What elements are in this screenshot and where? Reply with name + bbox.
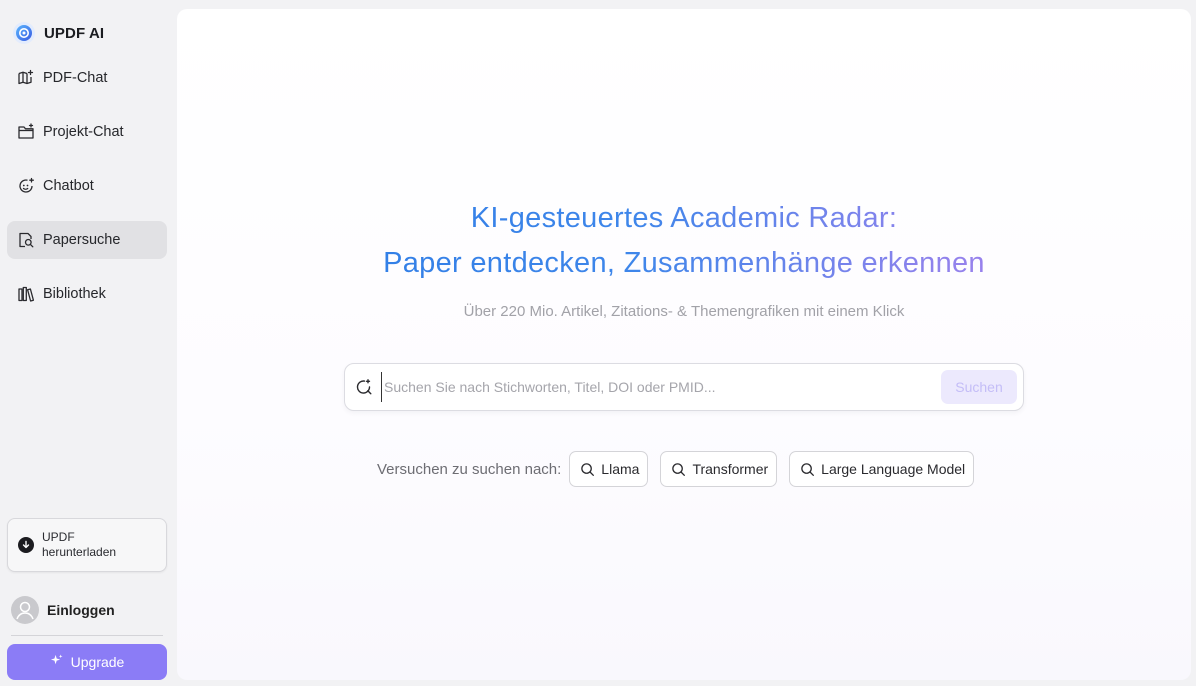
- sidebar-item-projekt-chat[interactable]: Projekt-Chat: [7, 113, 167, 151]
- download-label-line1: UPDF: [42, 530, 75, 544]
- sidebar-item-bibliothek[interactable]: Bibliothek: [7, 275, 167, 313]
- document-search-icon: [17, 231, 35, 249]
- sidebar-nav: PDF-Chat Projekt-Chat Chatbot Papersuche…: [7, 59, 167, 329]
- upgrade-button[interactable]: Upgrade: [7, 644, 167, 680]
- user-icon: [16, 601, 34, 620]
- suggestion-chip-large-language-model[interactable]: Large Language Model: [789, 451, 975, 487]
- suggestions-label: Versuchen zu suchen nach:: [377, 460, 562, 478]
- brand[interactable]: UPDF AI: [12, 20, 104, 46]
- sidebar-item-label: Chatbot: [43, 178, 94, 194]
- app-name: UPDF AI: [44, 24, 105, 42]
- suggestion-chip-transformer[interactable]: Transformer: [660, 451, 778, 487]
- download-label: UPDF herunterladen: [42, 530, 116, 560]
- ai-search-icon: [355, 378, 373, 396]
- suggestion-chip-llama[interactable]: Llama: [569, 451, 649, 487]
- login-label: Einloggen: [47, 602, 115, 618]
- sidebar-item-chatbot[interactable]: Chatbot: [7, 167, 167, 205]
- sidebar-item-papersuche[interactable]: Papersuche: [7, 221, 167, 259]
- paper-search-input[interactable]: [381, 372, 941, 402]
- sidebar-item-pdf-chat[interactable]: PDF-Chat: [7, 59, 167, 97]
- folder-sparkle-icon: [17, 123, 35, 141]
- main-panel: KI-gesteuertes Academic Radar: Paper ent…: [177, 9, 1191, 680]
- suggestion-label: Large Language Model: [821, 461, 966, 477]
- search-icon: [672, 462, 686, 476]
- avatar: [11, 596, 39, 624]
- upgrade-label: Upgrade: [70, 654, 125, 670]
- sidebar: UPDF AI PDF-Chat Projekt-Chat Chatbot Pa…: [0, 0, 176, 686]
- hero-title-line2: Paper entdecken, Zusammenhänge erkennen: [177, 247, 1191, 280]
- sparkle-icon: [50, 654, 63, 670]
- sidebar-item-label: PDF-Chat: [43, 70, 108, 86]
- sidebar-item-label: Papersuche: [43, 232, 121, 248]
- suggestion-label: Llama: [601, 461, 640, 477]
- hero-subtitle: Über 220 Mio. Artikel, Zitations- & Them…: [463, 303, 905, 320]
- search-icon: [801, 462, 815, 476]
- suggestion-label: Transformer: [692, 461, 769, 477]
- search-icon: [581, 462, 595, 476]
- paper-search-box: Suchen: [344, 363, 1024, 411]
- sidebar-divider: [11, 635, 163, 636]
- library-books-icon: [17, 285, 35, 303]
- search-button[interactable]: Suchen: [941, 370, 1017, 404]
- login-button[interactable]: Einloggen: [11, 596, 115, 624]
- robot-face-icon: [17, 177, 35, 195]
- updf-ai-logo-icon: [13, 22, 35, 44]
- download-updf-button[interactable]: UPDF herunterladen: [7, 518, 167, 572]
- download-icon: [18, 537, 34, 553]
- search-suggestions: Versuchen zu suchen nach: Llama Transfor…: [377, 451, 975, 487]
- hero-title-line1: KI-gesteuertes Academic Radar:: [177, 202, 1191, 235]
- sidebar-item-label: Bibliothek: [43, 286, 106, 302]
- sidebar-item-label: Projekt-Chat: [43, 124, 124, 140]
- book-sparkle-icon: [17, 69, 35, 87]
- download-label-line2: herunterladen: [42, 545, 117, 559]
